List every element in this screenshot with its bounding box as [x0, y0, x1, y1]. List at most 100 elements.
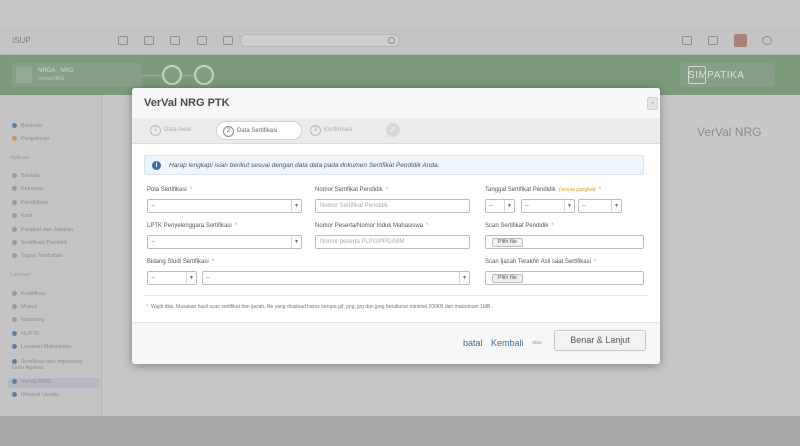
task-icon: [12, 253, 17, 259]
logo-subtitle: Verval NRG: [38, 76, 65, 82]
header-step-circle-1: [162, 65, 182, 85]
tanggal-year-select[interactable]: -- ▼: [578, 199, 622, 213]
list-icon[interactable]: [708, 36, 718, 45]
nomor-sertifikat-label: Nomor Sertifikat Pendidik *: [315, 187, 389, 193]
logo-title: NRGA · NRG: [38, 68, 74, 74]
education-icon: [12, 291, 17, 297]
sidebar-item[interactable]: Karir: [12, 213, 33, 222]
search-icon: [388, 37, 395, 44]
inpassing-icon: [12, 317, 17, 323]
sidebar-item[interactable]: Kualifikasi: [12, 291, 46, 300]
bidang-studi-label: Bidang Studi Sertifikasi *: [147, 259, 215, 265]
sidebar-item[interactable]: Inpassing: [12, 317, 45, 326]
sidebar-section-aplikasi: Aplikasi: [10, 155, 29, 161]
bidang-studi-select[interactable]: -- ▼: [202, 271, 470, 285]
choose-file-button[interactable]: Pilih file: [492, 274, 523, 283]
sidebar-item[interactable]: Mutasi: [12, 304, 37, 313]
tanggal-day-select[interactable]: -- ▼: [485, 199, 515, 213]
certificate-icon: [12, 240, 17, 246]
grid-icon[interactable]: [170, 36, 180, 45]
scan-ijazah-label: Scan Ijazah Terakhir Asli saat Sertifika…: [485, 259, 597, 265]
simpatika-badge: SIMPATIKA: [680, 63, 775, 87]
info-text: Harap lengkapi isian berikut sesuai deng…: [169, 162, 440, 169]
logo-icon: [16, 67, 32, 83]
gear-icon: [12, 136, 17, 142]
upload-note: * Wajib diisi. Masukan hasil scan sertifi…: [146, 304, 492, 310]
sidebar-item[interactable]: Tugas Tambahan: [12, 253, 63, 262]
page-title: VerVal NRG: [697, 125, 762, 139]
mail-icon[interactable]: [682, 36, 692, 45]
lptk-select[interactable]: -- ▼: [147, 235, 302, 249]
info-icon: i: [152, 161, 161, 170]
history-icon: [12, 392, 17, 398]
sidebar-section-layanan: Layanan: [10, 272, 32, 278]
sidebar-item[interactable]: Pendidikan: [12, 200, 48, 209]
top-toolbar: ISUP: [0, 27, 800, 55]
book-icon: [12, 200, 17, 206]
nomor-sertifikat-input[interactable]: Nomor Sertifikat Pendidik: [315, 199, 470, 213]
sidebar-item-beranda[interactable]: Beranda: [12, 123, 42, 132]
sidebar-item[interactable]: Layanan Mahasiswa: [12, 344, 71, 353]
sidebar-item[interactable]: NUPTK: [12, 331, 40, 340]
wizard-step-data-awal[interactable]: 1 Data Awal: [144, 121, 218, 140]
cancel-button[interactable]: batal: [463, 338, 483, 348]
nim-label: Nomor Peserta/Nomor Induk Mahasiswa *: [315, 223, 429, 229]
choose-file-button[interactable]: Pilih file: [492, 238, 523, 247]
sidebar-item-verval-nrg[interactable]: VerVal NRG: [12, 379, 51, 388]
id-icon: [12, 331, 17, 337]
chevron-down-icon: ▼: [291, 200, 301, 212]
scan-sertifikat-label: Scan Sertifikat Pendidik *: [485, 223, 554, 229]
back-button[interactable]: Kembali: [491, 338, 524, 348]
verval-modal: VerVal NRG PTK › 1 Data Awal 2 Data Sert…: [132, 88, 660, 364]
pola-sertifikasi-label: Pola Sertifikasi *: [147, 187, 193, 193]
calendar-icon[interactable]: [197, 36, 207, 45]
tanggal-month-select[interactable]: -- ▼: [521, 199, 575, 213]
app-logo-box: NRGA · NRG Verval NRG: [12, 63, 142, 87]
family-icon: [12, 186, 17, 192]
close-button[interactable]: ›: [647, 97, 658, 110]
home-icon: [12, 123, 17, 129]
chart-icon[interactable]: [144, 36, 154, 45]
next-button[interactable]: Benar & Lanjut: [554, 330, 646, 351]
nim-input[interactable]: Nomor peserta PLPG/PPG/NIM: [315, 235, 470, 249]
modal-title: VerVal NRG PTK: [144, 97, 230, 109]
bidang-studi-code-select[interactable]: -- ▼: [147, 271, 197, 285]
student-icon: [12, 344, 17, 350]
apps-icon[interactable]: [118, 36, 128, 45]
sidebar-item[interactable]: Sertifikasi Pendidik: [12, 240, 67, 249]
header-step-circle-2: [194, 65, 214, 85]
tanggal-sertifikat-label: Tanggal Sertifikat Pendidik (sesuai pangk…: [485, 187, 602, 193]
chevron-down-icon: ▼: [564, 200, 574, 212]
lptk-label: LPTK Penyelenggara Sertifikasi *: [147, 223, 238, 229]
sidebar-item[interactable]: Pangkat dan Jabatan: [12, 227, 73, 236]
sidebar-item[interactable]: Sertifikasi dan Impassing Guru Agama: [12, 359, 84, 371]
user-icon: [12, 173, 17, 179]
verify-icon: [12, 379, 17, 385]
sidebar-item[interactable]: Keluarga: [12, 186, 43, 195]
message-icon[interactable]: [223, 36, 233, 45]
transfer-icon: [12, 304, 17, 310]
wizard-step-data-sertifikasi[interactable]: 2 Data Sertifikasi: [216, 121, 302, 140]
scan-sertifikat-field: Pilih file: [485, 235, 644, 249]
gear-icon[interactable]: [762, 36, 772, 45]
wizard-steps: 1 Data Awal 2 Data Sertifikasi 3 Konfirm…: [132, 118, 660, 144]
briefcase-icon: [12, 213, 17, 219]
divider: [144, 295, 648, 296]
sidebar-item[interactable]: Riwayat Usulan: [12, 392, 59, 401]
check-icon: ✓: [386, 123, 400, 137]
modal-footer: batal Kembali atau Benar & Lanjut: [132, 322, 660, 364]
sidebar-item-pengaturan[interactable]: Pengaturan: [12, 136, 49, 145]
home-icon[interactable]: [688, 66, 706, 84]
wizard-step-konfirmasi[interactable]: 3 Konfirmasi: [304, 121, 374, 140]
chevron-down-icon: ▼: [291, 236, 301, 248]
pola-sertifikasi-select[interactable]: -- ▼: [147, 199, 302, 213]
search-bar[interactable]: [240, 34, 400, 47]
avatar[interactable]: [734, 34, 747, 47]
scan-ijazah-field: Pilih file: [485, 271, 644, 285]
brand-text: ISUP: [12, 36, 31, 45]
chevron-down-icon: ▼: [186, 272, 196, 284]
chevron-down-icon: ▼: [611, 200, 621, 212]
sidebar-item[interactable]: Biodata: [12, 173, 40, 182]
chevron-down-icon: ▼: [459, 272, 469, 284]
bottom-bar: [0, 416, 800, 446]
